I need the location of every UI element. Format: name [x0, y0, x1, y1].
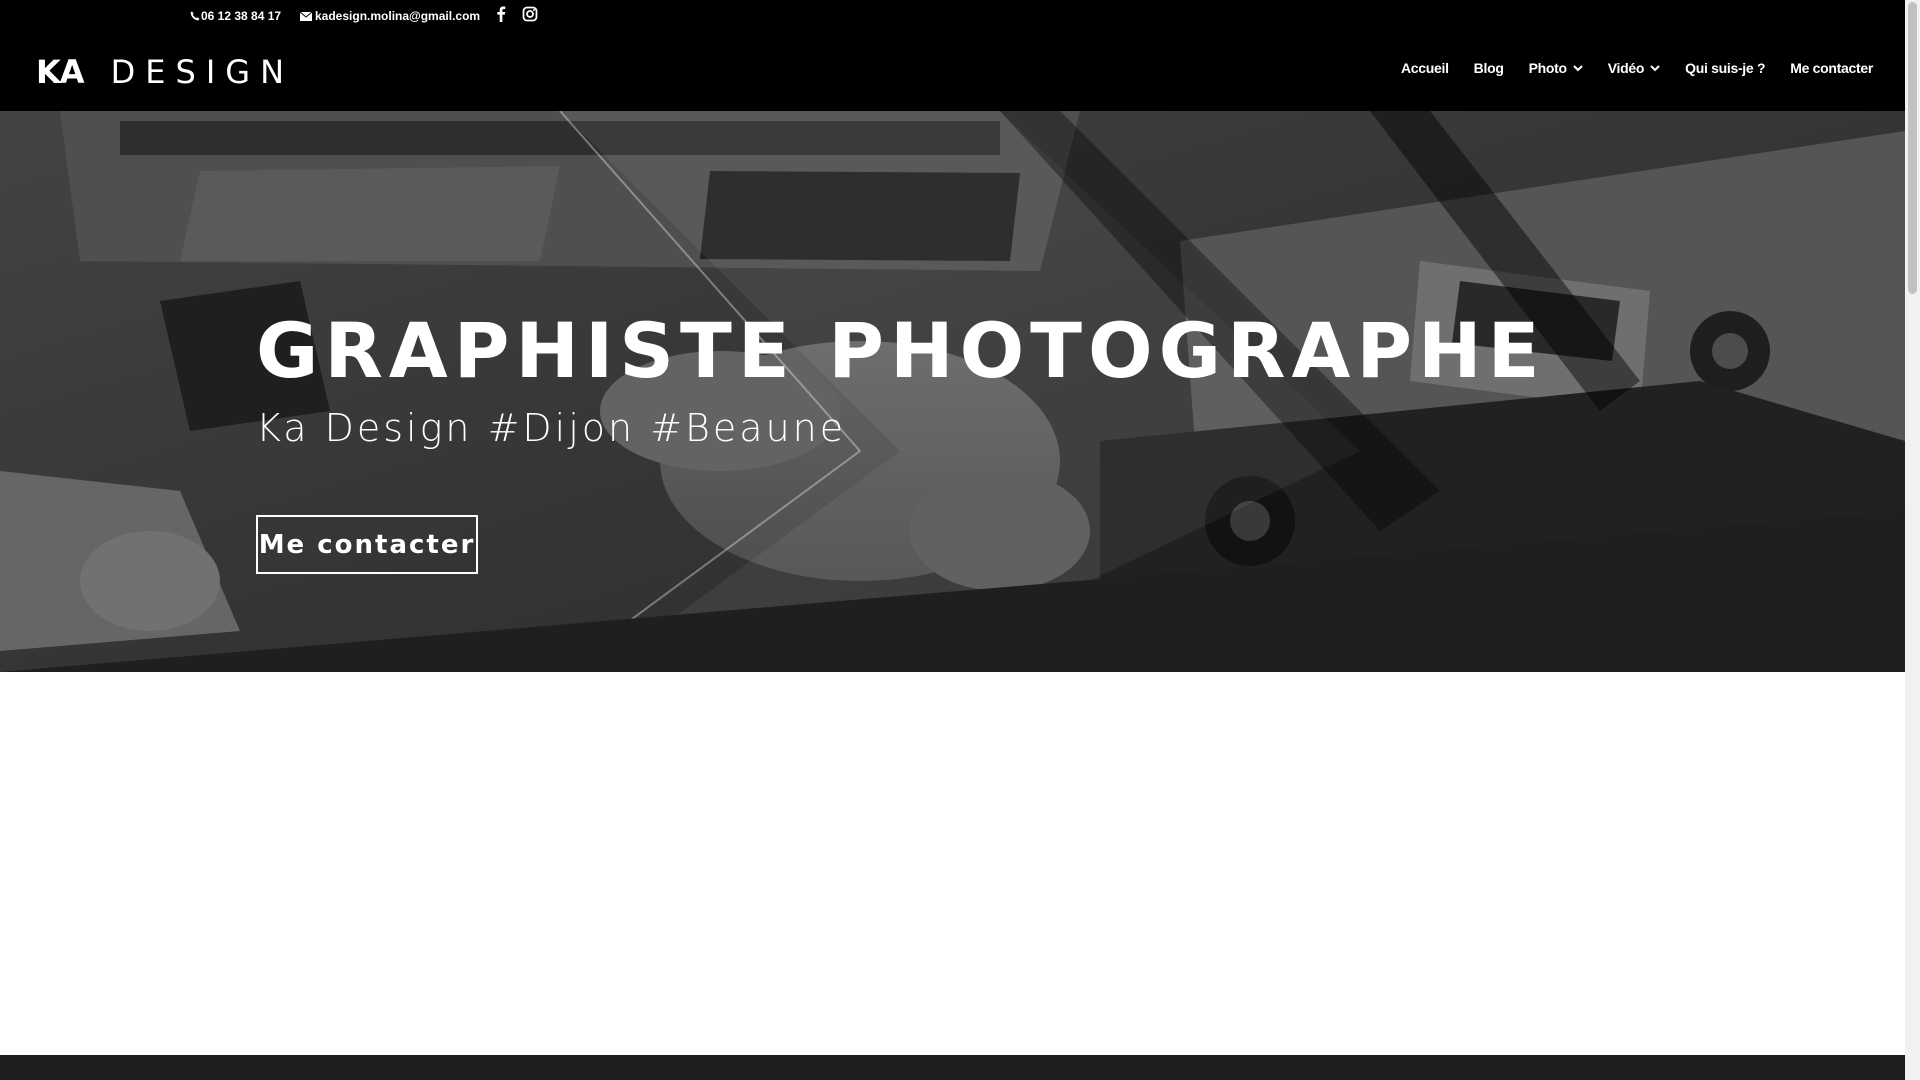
dark-section-edge — [0, 1055, 1905, 1080]
nav-item-qui-suis-je[interactable]: Qui suis-je ? — [1685, 60, 1765, 76]
chevron-down-icon — [1650, 64, 1660, 71]
email-address: kadesign.molina@gmail.com — [315, 9, 481, 23]
logo-design: DESIGN — [110, 53, 294, 91]
hero-section: GRAPHISTE PHOTOGRAPHE Ka Design #Dijon #… — [0, 111, 1905, 672]
phone-icon — [190, 11, 200, 21]
nav-label: Accueil — [1400, 60, 1449, 76]
main-nav: Accueil Blog Photo Vidéo Qui suis-je ? M… — [1376, 60, 1873, 76]
mail-icon — [300, 11, 312, 21]
nav-item-photo[interactable]: Photo — [1529, 60, 1583, 76]
nav-label: Photo — [1528, 60, 1567, 76]
hero-title: GRAPHISTE PHOTOGRAPHE — [256, 306, 1546, 395]
site-logo[interactable]: KA DESIGN — [36, 52, 294, 92]
nav-label: Me contacter — [1790, 60, 1873, 76]
facebook-icon[interactable] — [494, 5, 508, 23]
nav-item-blog[interactable]: Blog — [1474, 60, 1504, 76]
nav-label: Vidéo — [1607, 60, 1645, 76]
hero-subtitle: Ka Design #Dijon #Beaune — [256, 406, 847, 450]
phone-number: 06 12 38 84 17 — [201, 9, 282, 23]
instagram-icon[interactable] — [522, 6, 538, 22]
scrollbar-thumb[interactable] — [1908, 2, 1917, 294]
nav-item-video[interactable]: Vidéo — [1608, 60, 1660, 76]
logo-ka: KA — [36, 53, 85, 91]
nav-item-accueil[interactable]: Accueil — [1401, 60, 1449, 76]
site-header: KA DESIGN Accueil Blog Photo Vidéo Qui s… — [0, 32, 1905, 111]
top-bar: 06 12 38 84 17 kadesign.molina@gmail.com — [0, 0, 1905, 32]
content-area — [0, 672, 1905, 1055]
page-scrollbar[interactable] — [1905, 0, 1920, 1080]
nav-label: Blog — [1473, 60, 1504, 76]
contact-button[interactable]: Me contacter — [256, 515, 478, 574]
chevron-down-icon — [1573, 64, 1583, 71]
top-email[interactable]: kadesign.molina@gmail.com — [300, 9, 480, 23]
nav-label: Qui suis-je ? — [1685, 60, 1766, 76]
top-phone[interactable]: 06 12 38 84 17 — [190, 9, 281, 23]
nav-item-me-contacter[interactable]: Me contacter — [1790, 60, 1873, 76]
